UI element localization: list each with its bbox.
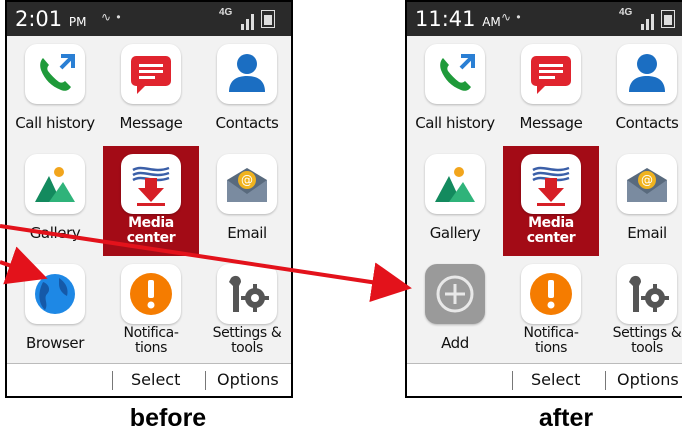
app-email[interactable]: @ Email <box>199 146 291 256</box>
app-call-history[interactable]: Call history <box>407 36 503 146</box>
app-label: Settings & tools <box>212 325 282 356</box>
app-label: Message <box>119 114 183 132</box>
app-label: Gallery <box>29 224 81 242</box>
app-label: Email <box>627 224 667 242</box>
app-label: Notifica-tions <box>123 325 179 356</box>
contacts-icon <box>229 54 265 92</box>
app-label: Add <box>441 334 469 352</box>
call-history-icon <box>440 54 475 91</box>
app-media-center[interactable]: Media center <box>503 146 599 256</box>
app-label: Gallery <box>429 224 481 242</box>
softkey-bar: Select Options <box>407 363 682 396</box>
email-icon: @ <box>627 168 667 202</box>
app-label: Message <box>519 114 583 132</box>
app-call-history[interactable]: Call history <box>7 36 103 146</box>
app-label: Contacts <box>215 114 279 132</box>
app-media-center[interactable]: Media center <box>103 146 199 256</box>
app-label: Call history <box>15 114 95 132</box>
message-icon <box>131 56 171 94</box>
app-email[interactable]: @ Email <box>599 146 682 256</box>
app-grid: Call history Message Contacts Gallery Me… <box>7 36 291 368</box>
notifications-icon <box>530 273 572 315</box>
battery-icon <box>661 10 675 28</box>
contacts-icon <box>629 54 665 92</box>
app-label: Media center <box>526 215 576 246</box>
add-icon <box>436 275 474 313</box>
app-label: Contacts <box>615 114 679 132</box>
options-softkey[interactable]: Options <box>617 370 679 389</box>
phone-screen-before: 2:01 PM ∿ • 4G Call history Message Cont… <box>5 0 293 400</box>
app-label: Email <box>227 224 267 242</box>
gallery-icon <box>35 167 75 202</box>
app-label: Notifica-tions <box>523 325 579 356</box>
media-center-icon <box>132 166 170 206</box>
signal-icon <box>241 24 244 30</box>
app-gallery[interactable]: Gallery <box>407 146 503 256</box>
select-softkey[interactable]: Select <box>131 370 180 389</box>
message-icon <box>531 56 571 94</box>
gallery-icon <box>435 167 475 202</box>
svg-text:@: @ <box>641 173 653 187</box>
app-notifications[interactable]: Notifica-tions <box>503 256 599 366</box>
vibrate-icon: ∿ • <box>101 10 122 24</box>
settings-tools-icon <box>229 275 269 312</box>
battery-icon <box>261 10 275 28</box>
app-add[interactable]: Add <box>407 256 503 366</box>
call-history-icon <box>40 54 75 91</box>
app-contacts[interactable]: Contacts <box>599 36 682 146</box>
svg-text:@: @ <box>241 173 253 187</box>
app-label: Settings & tools <box>612 325 682 356</box>
app-label: Media center <box>126 215 176 246</box>
select-softkey[interactable]: Select <box>531 370 580 389</box>
browser-icon <box>35 274 75 314</box>
app-notifications[interactable]: Notifica-tions <box>103 256 199 366</box>
app-gallery[interactable]: Gallery <box>7 146 103 256</box>
app-browser[interactable]: Browser <box>7 256 103 366</box>
softkey-bar: Select Options <box>7 363 291 396</box>
app-message[interactable]: Message <box>103 36 199 146</box>
media-center-icon <box>532 166 570 206</box>
status-time: 2:01 PM <box>15 7 87 31</box>
status-bar: 11:41 AM ∿ • 4G <box>407 2 682 36</box>
status-bar: 2:01 PM ∿ • 4G <box>7 2 291 36</box>
caption-before: before <box>129 404 207 432</box>
app-grid: Call history Message Contacts Gallery Me… <box>407 36 682 368</box>
notifications-icon <box>130 273 172 315</box>
app-message[interactable]: Message <box>503 36 599 146</box>
app-label: Call history <box>415 114 495 132</box>
app-label: Browser <box>26 334 84 352</box>
app-contacts[interactable]: Contacts <box>199 36 291 146</box>
network-type-icon: 4G <box>219 7 233 18</box>
caption-after: after <box>538 404 594 432</box>
vibrate-icon: ∿ • <box>501 10 522 24</box>
settings-tools-icon <box>629 275 669 312</box>
phone-screen-after: 11:41 AM ∿ • 4G Call history Message Con… <box>405 0 682 400</box>
options-softkey[interactable]: Options <box>217 370 279 389</box>
network-type-icon: 4G <box>619 7 633 18</box>
app-settings-tools[interactable]: Settings & tools <box>199 256 291 366</box>
signal-icon <box>641 24 644 30</box>
email-icon: @ <box>227 168 267 202</box>
status-time: 11:41 AM <box>415 7 501 31</box>
app-settings-tools[interactable]: Settings & tools <box>599 256 682 366</box>
